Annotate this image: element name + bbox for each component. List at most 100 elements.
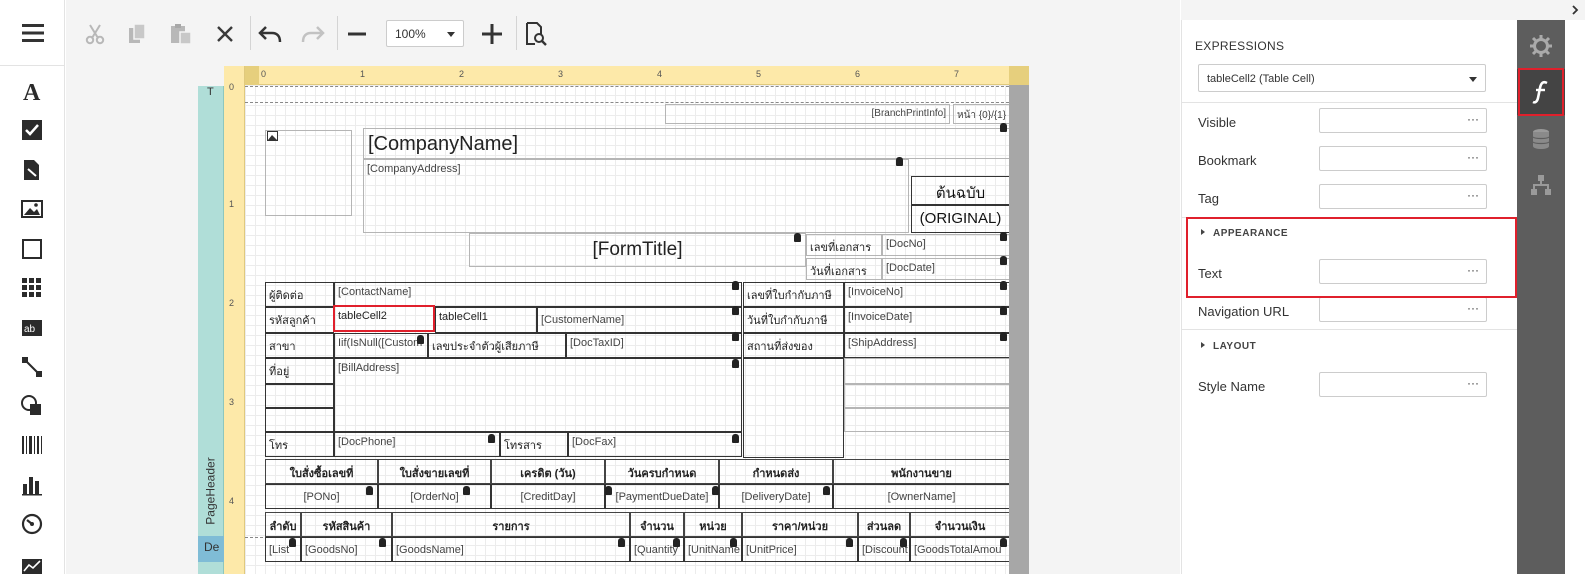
visible-expression-editor[interactable]: ···: [1319, 108, 1487, 133]
item-header[interactable]: ส่วนลด: [858, 512, 910, 537]
company-name[interactable]: [CompanyName]: [363, 128, 1010, 159]
tab-properties[interactable]: [1517, 23, 1565, 69]
doc-date-value[interactable]: [DocDate]: [882, 258, 1010, 280]
address-label[interactable]: ที่อยู่: [265, 358, 334, 384]
item-header[interactable]: ลำดับ: [265, 512, 301, 537]
info-value[interactable]: [OrderNo]: [378, 484, 491, 509]
item-value[interactable]: [GoodsName]: [392, 537, 630, 562]
info-header[interactable]: กำหนดส่ง: [719, 459, 833, 484]
tag-expression-editor[interactable]: ···: [1319, 184, 1487, 209]
checkbox-tool[interactable]: [18, 116, 46, 144]
doc-fax[interactable]: [DocFax]: [568, 432, 742, 457]
rich-text-tool[interactable]: [18, 156, 46, 184]
item-header[interactable]: รหัสสินค้า: [301, 512, 392, 537]
cut-button[interactable]: [80, 19, 110, 49]
table-cell-1[interactable]: tableCell1: [435, 307, 537, 333]
page-info[interactable]: หน้า {0}/{1}: [953, 104, 1010, 124]
zoom-out-button[interactable]: [342, 19, 372, 49]
copy-button[interactable]: [122, 19, 152, 49]
line-tool[interactable]: [18, 353, 46, 381]
shape-tool[interactable]: [18, 392, 46, 420]
undo-button[interactable]: [255, 19, 285, 49]
info-value[interactable]: [PaymentDueDate]: [605, 484, 719, 509]
doc-date-label[interactable]: วันที่เอกสาร: [806, 258, 882, 280]
tab-field-list[interactable]: [1517, 116, 1565, 162]
chevron-right-icon[interactable]: [1571, 5, 1579, 15]
info-header[interactable]: วันครบกำหนด: [605, 459, 719, 484]
doc-no-value[interactable]: [DocNo]: [882, 234, 1010, 256]
doc-no-label[interactable]: เลขที่เอกสาร: [806, 234, 882, 256]
ellipsis-button[interactable]: ···: [1467, 150, 1479, 164]
info-header[interactable]: พนักงานขาย: [833, 459, 1010, 484]
doc-phone[interactable]: [DocPhone]: [334, 432, 500, 457]
design-surface[interactable]: T PageHeader De 0 1 2 3 4 0 1 2 3 4 5 6 …: [66, 66, 1180, 574]
bookmark-expression-editor[interactable]: ···: [1319, 146, 1487, 171]
sparkline-tool[interactable]: [18, 550, 46, 574]
branch-print-info[interactable]: [BranchPrintInfo]: [665, 104, 950, 124]
item-header[interactable]: หน่วย: [684, 512, 742, 537]
item-header[interactable]: ราคา/หน่วย: [742, 512, 858, 537]
item-value[interactable]: [UnitPrice]: [742, 537, 858, 562]
navigation-url-expression-editor[interactable]: ···: [1319, 297, 1487, 322]
info-value[interactable]: [DeliveryDate]: [719, 484, 833, 509]
table-tool[interactable]: [18, 274, 46, 302]
ellipsis-button[interactable]: ···: [1467, 188, 1479, 202]
customer-code-label[interactable]: รหัสลูกค้า: [265, 307, 334, 333]
info-header[interactable]: ใบสั่งซื้อเลขที่: [265, 459, 378, 484]
company-logo[interactable]: [265, 130, 352, 216]
table-cell-2-selected[interactable]: tableCell2: [333, 305, 435, 332]
invoice-no-value[interactable]: [InvoiceNo]: [844, 282, 1010, 307]
form-title[interactable]: [FormTitle]: [469, 233, 806, 267]
branch-expression[interactable]: Iif(IsNull([Custom: [334, 333, 428, 358]
info-value[interactable]: [PONo]: [265, 484, 378, 509]
page-header-band-label[interactable]: PageHeader: [199, 451, 223, 531]
contact-label[interactable]: ผู้ติดต่อ: [265, 282, 334, 307]
info-header[interactable]: ใบสั่งขายเลขที่: [378, 459, 491, 484]
doc-tax-id[interactable]: [DocTaxID]: [566, 333, 742, 358]
layout-group[interactable]: LAYOUT: [1201, 341, 1256, 352]
info-value[interactable]: [CreditDay]: [491, 484, 605, 509]
component-selector[interactable]: tableCell2 (Table Cell): [1198, 64, 1486, 92]
report-page[interactable]: [BranchPrintInfo] หน้า {0}/{1} [CompanyN…: [245, 85, 1010, 574]
item-header[interactable]: จำนวน: [630, 512, 684, 537]
delete-button[interactable]: [210, 19, 240, 49]
company-address[interactable]: [CompanyAddress]: [363, 159, 909, 233]
ship-address[interactable]: [ShipAddress]: [844, 333, 1010, 358]
zoom-select[interactable]: 100%: [386, 20, 464, 47]
original-th-label[interactable]: ต้นฉบับ: [911, 176, 1010, 205]
panel-tool[interactable]: [18, 235, 46, 263]
tax-id-label[interactable]: เลขประจำตัวผู้เสียภาษี: [428, 333, 566, 358]
ellipsis-button[interactable]: ···: [1467, 301, 1479, 315]
barcode-tool[interactable]: [18, 431, 46, 459]
item-header[interactable]: จำนวนเงิน: [910, 512, 1010, 537]
redo-button[interactable]: [298, 19, 328, 49]
item-value[interactable]: [GoodsTotalAmou: [910, 537, 1010, 562]
invoice-no-label[interactable]: เลขที่ใบกำกับภาษี: [743, 282, 844, 307]
ellipsis-button[interactable]: ···: [1467, 112, 1479, 126]
phone-label[interactable]: โทร: [265, 432, 334, 457]
item-header[interactable]: รายการ: [392, 512, 630, 537]
preview-button[interactable]: [521, 19, 551, 49]
ship-label[interactable]: สถานที่ส่งของ: [743, 333, 844, 358]
contact-name[interactable]: [ContactName]: [334, 282, 742, 307]
original-en-label[interactable]: (ORIGINAL): [911, 205, 1010, 233]
picture-tool[interactable]: [18, 195, 46, 223]
tab-report-explorer[interactable]: [1517, 162, 1565, 208]
info-value[interactable]: [OwnerName]: [833, 484, 1010, 509]
chart-tool[interactable]: [18, 471, 46, 499]
gauge-tool[interactable]: [18, 510, 46, 538]
bill-address[interactable]: [BillAddress]: [334, 358, 742, 432]
branch-label[interactable]: สาขา: [265, 333, 334, 358]
menu-button[interactable]: [0, 0, 65, 66]
invoice-date-value[interactable]: [InvoiceDate]: [844, 307, 1010, 333]
paste-button[interactable]: [166, 19, 196, 49]
character-comb-tool[interactable]: ab: [18, 314, 46, 342]
detail-band-label[interactable]: De: [204, 540, 219, 554]
customer-name[interactable]: [CustomerName]: [537, 307, 742, 333]
style-name-expression-editor[interactable]: ···: [1319, 372, 1487, 397]
ellipsis-button[interactable]: ···: [1467, 376, 1479, 390]
info-header[interactable]: เครดิต (วัน): [491, 459, 605, 484]
invoice-date-label[interactable]: วันที่ใบกำกับภาษี: [743, 307, 844, 333]
zoom-in-button[interactable]: [477, 19, 507, 49]
label-tool[interactable]: A: [18, 77, 46, 105]
